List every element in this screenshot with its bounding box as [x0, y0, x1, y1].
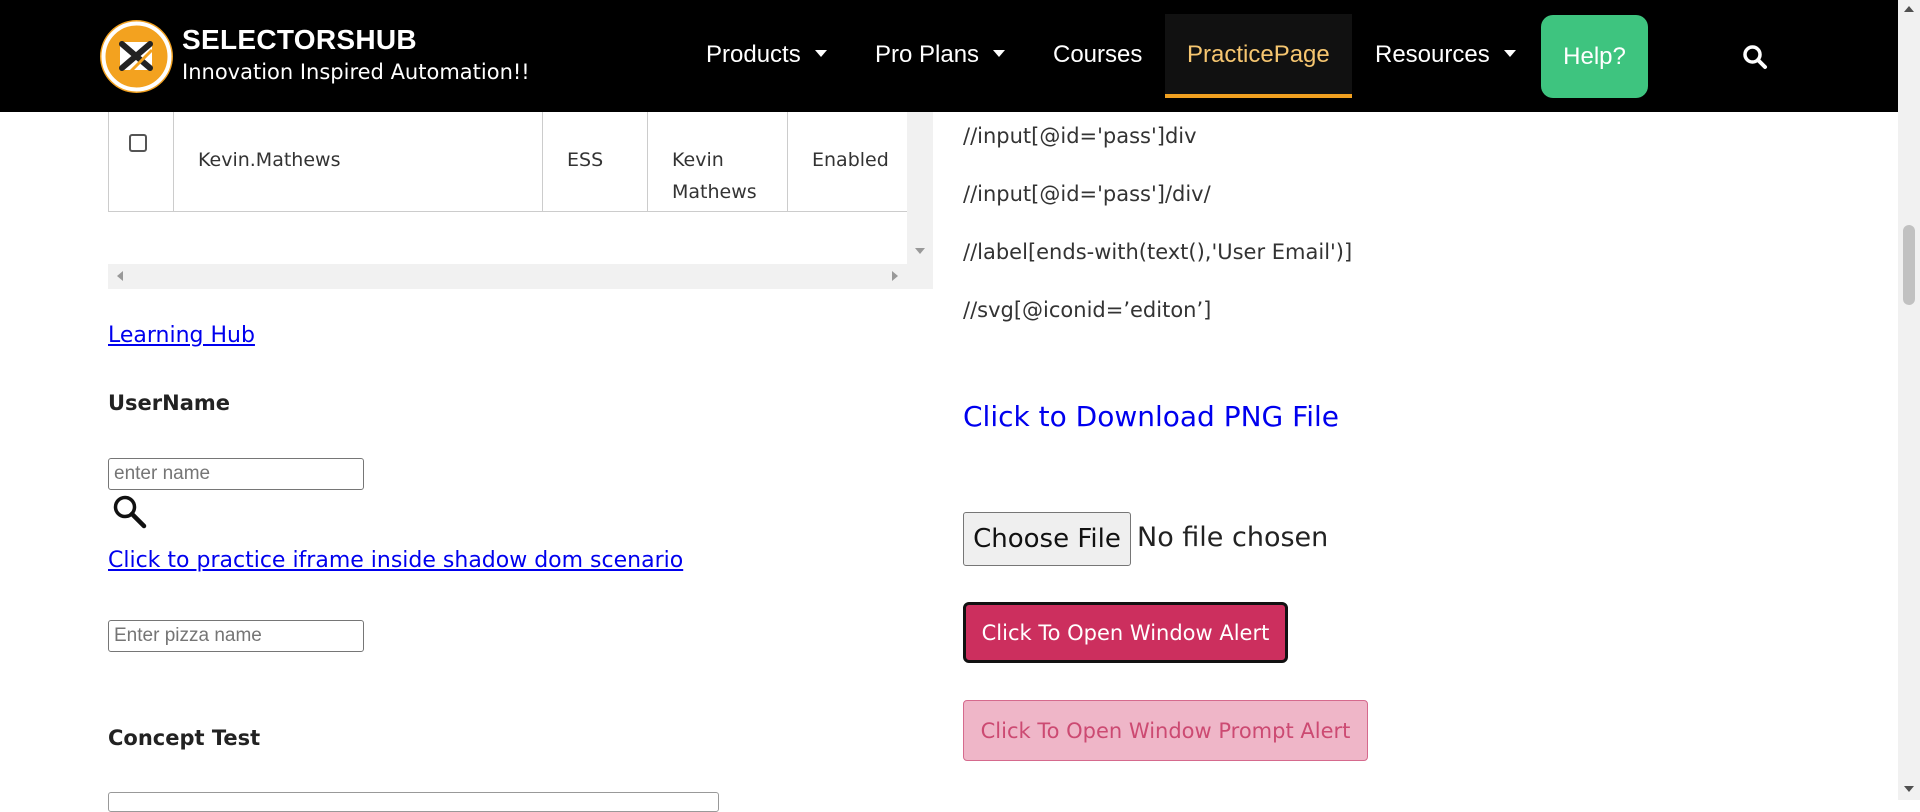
nav-pro-plans-label: Pro Plans: [875, 41, 980, 68]
role-cell: ESS: [542, 101, 648, 212]
row-select-cell: [108, 101, 174, 212]
scroll-right-arrow-icon[interactable]: [892, 271, 898, 281]
file-status-text: No file chosen: [1137, 522, 1329, 553]
nav-practice-page[interactable]: PracticePage: [1165, 14, 1352, 98]
scrollbar-thumb[interactable]: [1903, 225, 1915, 305]
search-icon[interactable]: [112, 494, 148, 534]
username-label: UserName: [108, 391, 231, 415]
selectorshub-logo-icon[interactable]: [100, 20, 173, 93]
nav-resources-label: Resources: [1375, 41, 1490, 68]
xpath-example-4: //svg[@iconid=’editon’]: [963, 298, 1212, 322]
status-cell: Enabled: [787, 101, 914, 212]
username-cell: Kevin.Mathews: [173, 101, 543, 212]
choose-file-button[interactable]: Choose File: [963, 512, 1131, 566]
nav-pro-plans[interactable]: Pro Plans: [875, 0, 1006, 112]
table-horizontal-scrollbar[interactable]: [108, 264, 933, 289]
xpath-example-1: //input[@id='pass']div: [963, 124, 1197, 148]
username-input[interactable]: [108, 458, 364, 490]
nav-courses[interactable]: Courses: [1053, 0, 1142, 112]
iframe-shadow-dom-link[interactable]: Click to practice iframe inside shadow d…: [108, 548, 683, 573]
open-prompt-alert-button[interactable]: Click To Open Window Prompt Alert: [963, 700, 1368, 761]
search-icon[interactable]: [1742, 44, 1768, 74]
scroll-down-arrow-icon[interactable]: [1904, 786, 1914, 792]
chevron-down-icon: [1503, 50, 1516, 58]
scroll-left-arrow-icon[interactable]: [117, 271, 123, 281]
scroll-down-arrow-icon[interactable]: [915, 248, 925, 254]
pizza-name-input[interactable]: [108, 620, 364, 652]
scroll-up-arrow-icon[interactable]: [1904, 6, 1914, 12]
table-vertical-scrollbar[interactable]: [907, 112, 933, 289]
brand-title[interactable]: SELECTORSHUB: [182, 24, 417, 56]
nav-practice-page-label: PracticePage: [1187, 41, 1330, 68]
page-scrollbar[interactable]: [1898, 0, 1920, 800]
nav-resources[interactable]: Resources: [1375, 0, 1516, 112]
xpath-example-3: //label[ends-with(text(),'User Email')]: [963, 240, 1353, 264]
download-png-link[interactable]: Click to Download PNG File: [963, 400, 1339, 433]
nav-products-label: Products: [706, 41, 801, 68]
nav-courses-label: Courses: [1053, 41, 1143, 68]
top-navbar: SELECTORSHUB Innovation Inspired Automat…: [0, 0, 1898, 112]
brand-tagline: Innovation Inspired Automation!!: [182, 60, 530, 84]
chevron-down-icon: [814, 50, 827, 58]
concept-test-field[interactable]: [108, 792, 719, 812]
employee-name-cell: Kevin Mathews: [647, 101, 788, 212]
row-checkbox[interactable]: [129, 134, 147, 152]
users-table-container: Kevin.Mathews ESS Kevin Mathews Enabled: [108, 82, 933, 289]
learning-hub-link[interactable]: Learning Hub: [108, 323, 255, 348]
open-window-alert-button[interactable]: Click To Open Window Alert: [963, 602, 1288, 663]
concept-test-label: Concept Test: [108, 726, 261, 750]
xpath-example-2: //input[@id='pass']/div/: [963, 182, 1211, 206]
table-row: Kevin.Mathews ESS Kevin Mathews Enabled: [108, 101, 914, 212]
chevron-down-icon: [993, 50, 1006, 58]
help-button[interactable]: Help?: [1541, 15, 1648, 98]
nav-products[interactable]: Products: [706, 0, 827, 112]
